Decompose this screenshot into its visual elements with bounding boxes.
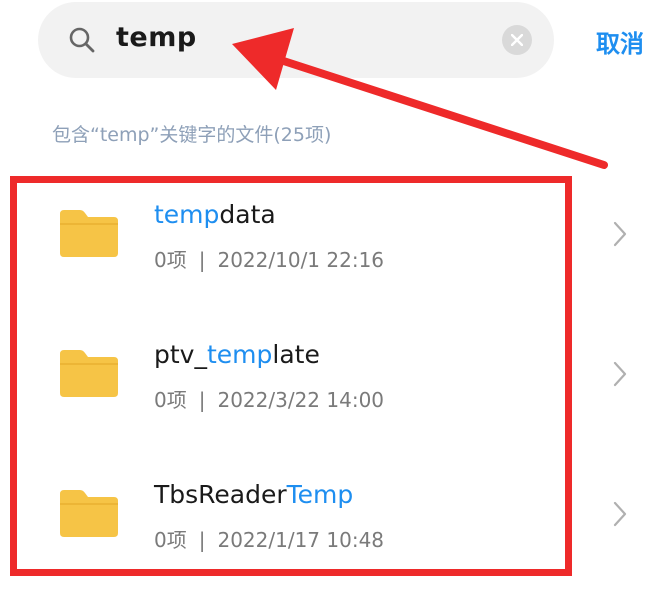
result-info: 包含“temp”关键字的文件(25项) bbox=[52, 124, 332, 146]
search-icon bbox=[69, 27, 95, 53]
file-name: TbsReaderTemp bbox=[154, 480, 354, 509]
folder-icon bbox=[60, 490, 118, 537]
file-meta: 0项 | 2022/3/22 14:00 bbox=[154, 388, 385, 412]
folder-icon bbox=[60, 210, 118, 257]
file-name: ptv_template bbox=[154, 340, 320, 369]
list-item[interactable]: tempdata 0项 | 2022/10/1 22:16 bbox=[0, 172, 650, 312]
chevron-right-icon bbox=[613, 501, 627, 527]
search-input[interactable]: temp bbox=[116, 22, 197, 53]
list-item[interactable]: TbsReaderTemp 0项 | 2022/1/17 10:48 bbox=[0, 452, 650, 592]
folder-icon bbox=[60, 350, 118, 397]
match-highlight: Temp bbox=[286, 480, 354, 509]
file-meta: 0项 | 2022/10/1 22:16 bbox=[154, 248, 385, 272]
clear-icon[interactable] bbox=[502, 25, 532, 55]
cancel-button[interactable]: 取消 bbox=[596, 24, 644, 59]
chevron-right-icon bbox=[613, 221, 627, 247]
match-highlight: temp bbox=[206, 340, 273, 369]
list-item[interactable]: ptv_template 0项 | 2022/3/22 14:00 bbox=[0, 312, 650, 452]
file-meta: 0项 | 2022/1/17 10:48 bbox=[154, 528, 385, 552]
match-highlight: temp bbox=[154, 200, 220, 229]
chevron-right-icon bbox=[613, 361, 627, 387]
file-name: tempdata bbox=[154, 200, 276, 229]
search-bar[interactable]: temp bbox=[38, 2, 554, 78]
